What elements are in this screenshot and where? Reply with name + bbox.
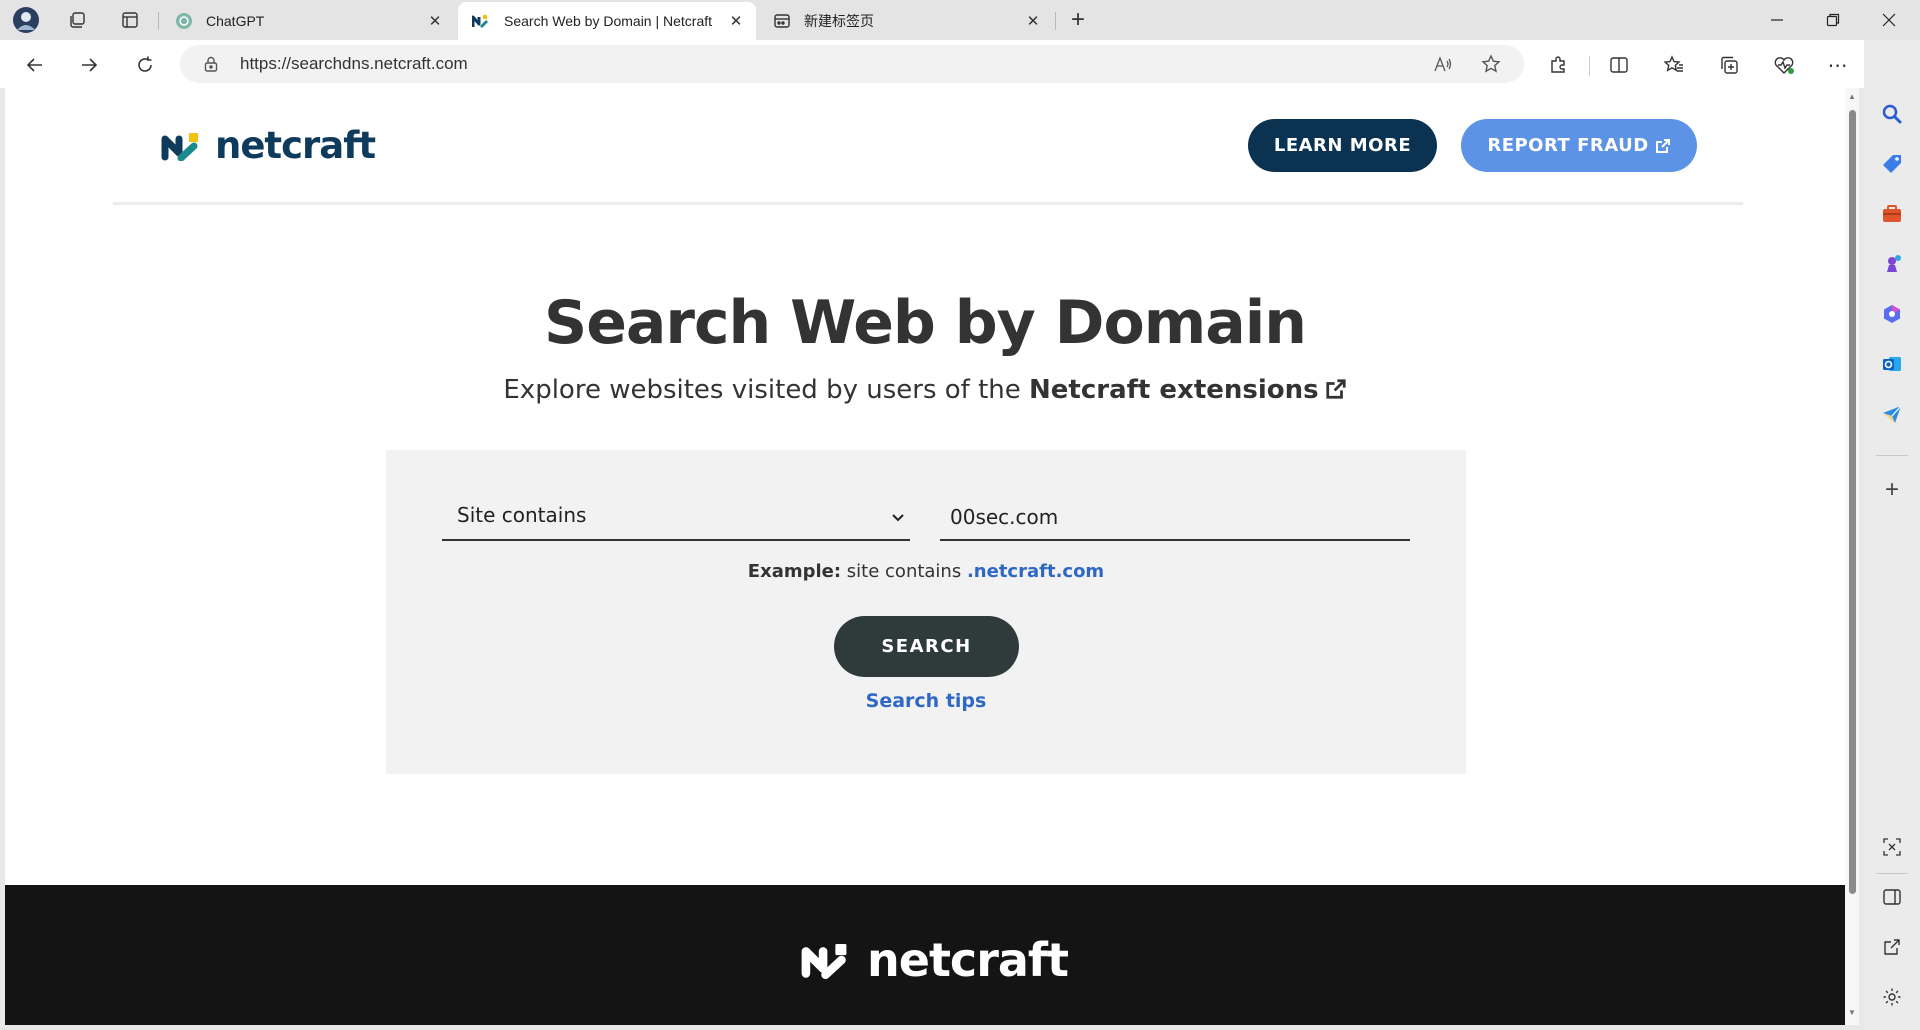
favorites-icon[interactable]: [1657, 48, 1691, 82]
collections-icon[interactable]: [1712, 48, 1746, 82]
chatgpt-icon: [174, 11, 194, 31]
window-close-icon[interactable]: [1862, 0, 1916, 40]
restore-icon[interactable]: [1806, 0, 1860, 40]
back-icon[interactable]: [18, 48, 52, 82]
settings-icon[interactable]: [1878, 983, 1906, 1011]
address-toolbar: https://searchdns.netcraft.com ⋯: [0, 40, 1920, 88]
report-fraud-button[interactable]: REPORT FRAUD: [1461, 119, 1697, 172]
extensions-icon[interactable]: [1541, 48, 1575, 82]
page-viewport: netcraft LEARN MORE REPORT FRAUD Search …: [5, 88, 1845, 1025]
tab-netcraft[interactable]: Search Web by Domain | Netcraft ✕: [458, 2, 756, 40]
page-footer: netcraft: [5, 885, 1845, 1025]
edge-sidebar: +: [1864, 40, 1920, 1030]
open-external-icon[interactable]: [1878, 933, 1906, 961]
add-icon[interactable]: +: [1878, 476, 1906, 504]
tab-title: Search Web by Domain | Netcraft: [504, 13, 713, 29]
sidebar-toggle-icon[interactable]: [1878, 883, 1906, 911]
split-screen-icon[interactable]: [1602, 48, 1636, 82]
external-link-icon: [1655, 138, 1670, 153]
example-label: Example:: [747, 561, 842, 582]
close-icon[interactable]: ✕: [1023, 11, 1043, 31]
search-panel: Site contains Example: site contains .ne…: [386, 450, 1466, 774]
forward-icon[interactable]: [72, 48, 106, 82]
new-tab-button[interactable]: +: [1064, 6, 1092, 34]
search-tips-link[interactable]: Search tips: [386, 690, 1466, 712]
scroll-up-arrow-icon[interactable]: ▲: [1847, 92, 1857, 102]
netcraft-logo[interactable]: netcraft: [161, 124, 376, 167]
browser-essentials-icon[interactable]: [1767, 48, 1801, 82]
search-example: Example: site contains .netcraft.com: [386, 561, 1466, 582]
url-text[interactable]: https://searchdns.netcraft.com: [240, 54, 468, 74]
more-icon[interactable]: ⋯: [1821, 48, 1855, 82]
send-icon[interactable]: [1878, 400, 1906, 428]
tab-title: 新建标签页: [804, 13, 874, 29]
page-subtitle: Explore websites visited by users of the…: [5, 375, 1845, 405]
favorite-star-icon[interactable]: [1478, 51, 1504, 77]
search-button[interactable]: SEARCH: [834, 616, 1019, 677]
tab-new-tab[interactable]: 新建标签页 ✕: [758, 2, 1053, 40]
outlook-icon[interactable]: [1878, 350, 1906, 378]
games-icon[interactable]: [1878, 250, 1906, 278]
netcraft-favicon-icon: [472, 11, 492, 31]
profile-avatar-icon[interactable]: [12, 6, 40, 34]
subtitle-text: Explore websites visited by users of the: [503, 375, 1021, 405]
example-domain-link[interactable]: .netcraft.com: [967, 561, 1104, 582]
close-icon[interactable]: ✕: [726, 11, 746, 31]
screenshot-icon[interactable]: [1878, 833, 1906, 861]
learn-more-button[interactable]: LEARN MORE: [1248, 119, 1437, 172]
workspaces-icon[interactable]: [63, 6, 91, 34]
external-link-icon[interactable]: [1325, 378, 1347, 400]
refresh-icon[interactable]: [128, 48, 162, 82]
footer-netcraft-logo[interactable]: netcraft: [801, 933, 1069, 987]
netcraft-logo-icon: [161, 132, 198, 161]
minimize-icon[interactable]: [1750, 0, 1804, 40]
netcraft-extensions-link[interactable]: Netcraft extensions: [1029, 375, 1319, 405]
new-tab-icon: [772, 11, 792, 31]
logo-wordmark: netcraft: [215, 124, 376, 167]
example-text: site contains: [846, 561, 962, 582]
tab-chatgpt[interactable]: ChatGPT ✕: [160, 2, 455, 40]
page-title: Search Web by Domain: [544, 288, 1307, 358]
restriction-selected-value: Site contains: [457, 503, 587, 527]
tools-icon[interactable]: [1878, 200, 1906, 228]
search-icon[interactable]: [1878, 100, 1906, 128]
read-aloud-icon[interactable]: [1430, 51, 1456, 77]
scroll-down-arrow-icon[interactable]: ▼: [1847, 1008, 1857, 1018]
lock-icon[interactable]: [202, 55, 220, 73]
tab-strip: ChatGPT ✕ Search Web by Domain | Netcraf…: [0, 0, 1920, 40]
header-divider: [113, 202, 1743, 205]
page-scrollbar[interactable]: ▲ ▼: [1845, 88, 1859, 1025]
vertical-tabs-icon[interactable]: [116, 6, 144, 34]
footer-logo-wordmark: netcraft: [867, 933, 1069, 987]
restriction-select[interactable]: Site contains: [442, 495, 910, 541]
shopping-icon[interactable]: [1878, 150, 1906, 178]
chevron-down-icon: [892, 514, 904, 522]
address-bar[interactable]: https://searchdns.netcraft.com: [180, 45, 1524, 83]
netcraft-logo-icon: [801, 944, 847, 979]
domain-search-input[interactable]: [940, 495, 1410, 541]
scrollbar-thumb[interactable]: [1849, 110, 1856, 894]
close-icon[interactable]: ✕: [425, 11, 445, 31]
tab-title: ChatGPT: [206, 13, 265, 29]
microsoft365-icon[interactable]: [1878, 300, 1906, 328]
report-fraud-label: REPORT FRAUD: [1487, 135, 1649, 156]
